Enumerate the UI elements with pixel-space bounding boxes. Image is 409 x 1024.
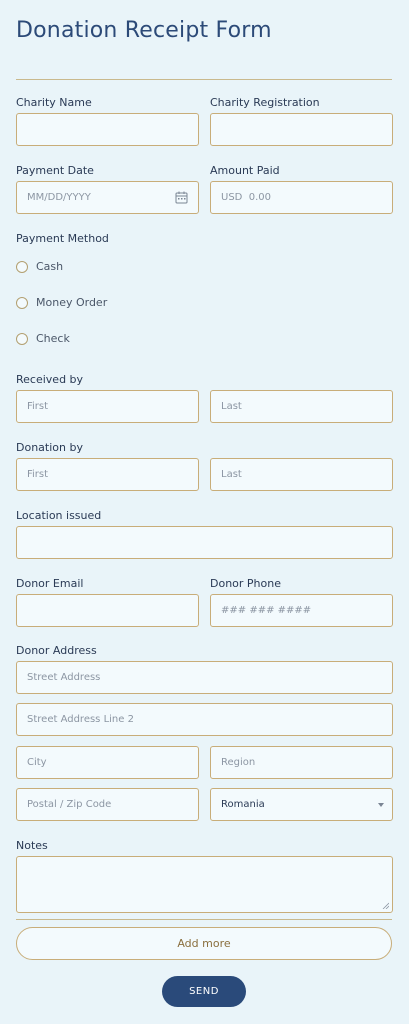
payment-date-label: Payment Date bbox=[16, 164, 94, 177]
location-issued-input[interactable] bbox=[16, 526, 393, 559]
donor-email-label: Donor Email bbox=[16, 577, 84, 590]
region-input[interactable] bbox=[210, 746, 393, 779]
radio-option-check[interactable]: Check bbox=[16, 332, 70, 345]
radio-button[interactable] bbox=[16, 296, 28, 309]
country-selected-value: Romania bbox=[221, 799, 265, 810]
title-divider bbox=[16, 79, 392, 80]
donation-by-last-input[interactable] bbox=[210, 458, 393, 491]
payment-method-label: Payment Method bbox=[16, 232, 109, 245]
chevron-down-icon bbox=[378, 803, 384, 807]
send-button[interactable]: SEND bbox=[162, 976, 246, 1007]
radio-button[interactable] bbox=[16, 332, 28, 345]
charity-name-input[interactable] bbox=[16, 113, 199, 146]
notes-textarea[interactable] bbox=[16, 856, 393, 913]
calendar-icon[interactable] bbox=[175, 191, 188, 204]
street-address-line2-input[interactable] bbox=[16, 703, 393, 736]
charity-registration-input[interactable] bbox=[210, 113, 393, 146]
amount-paid-input[interactable]: USD 0.00 bbox=[210, 181, 393, 214]
add-more-button[interactable]: Add more bbox=[16, 927, 392, 960]
postal-code-input[interactable] bbox=[16, 788, 199, 821]
radio-option-label: Cash bbox=[36, 260, 64, 273]
donor-address-label: Donor Address bbox=[16, 644, 97, 657]
notes-label: Notes bbox=[16, 839, 48, 852]
radio-option-cash[interactable]: Cash bbox=[16, 260, 63, 273]
resize-handle-icon[interactable] bbox=[382, 902, 389, 909]
country-select[interactable]: Romania bbox=[210, 788, 393, 821]
page-title: Donation Receipt Form bbox=[16, 18, 272, 43]
radio-option-label: Check bbox=[36, 332, 70, 345]
donation-by-label: Donation by bbox=[16, 441, 83, 454]
street-address-input[interactable] bbox=[16, 661, 393, 694]
charity-registration-label: Charity Registration bbox=[210, 96, 320, 109]
payment-date-placeholder: MM/DD/YYYY bbox=[27, 192, 91, 203]
notes-divider bbox=[16, 919, 392, 920]
donation-by-first-input[interactable] bbox=[16, 458, 199, 491]
received-by-first-input[interactable] bbox=[16, 390, 199, 423]
city-input[interactable] bbox=[16, 746, 199, 779]
radio-option-label: Money Order bbox=[36, 296, 108, 309]
amount-paid-label: Amount Paid bbox=[210, 164, 280, 177]
radio-button[interactable] bbox=[16, 260, 28, 273]
donor-phone-label: Donor Phone bbox=[210, 577, 281, 590]
payment-date-input[interactable]: MM/DD/YYYY bbox=[16, 181, 199, 214]
radio-option-money-order[interactable]: Money Order bbox=[16, 296, 107, 309]
received-by-label: Received by bbox=[16, 373, 84, 386]
donor-phone-input[interactable] bbox=[210, 594, 393, 627]
location-issued-label: Location issued bbox=[16, 509, 102, 522]
charity-name-label: Charity Name bbox=[16, 96, 92, 109]
received-by-last-input[interactable] bbox=[210, 390, 393, 423]
donor-email-input[interactable] bbox=[16, 594, 199, 627]
amount-paid-placeholder: USD 0.00 bbox=[221, 192, 271, 203]
